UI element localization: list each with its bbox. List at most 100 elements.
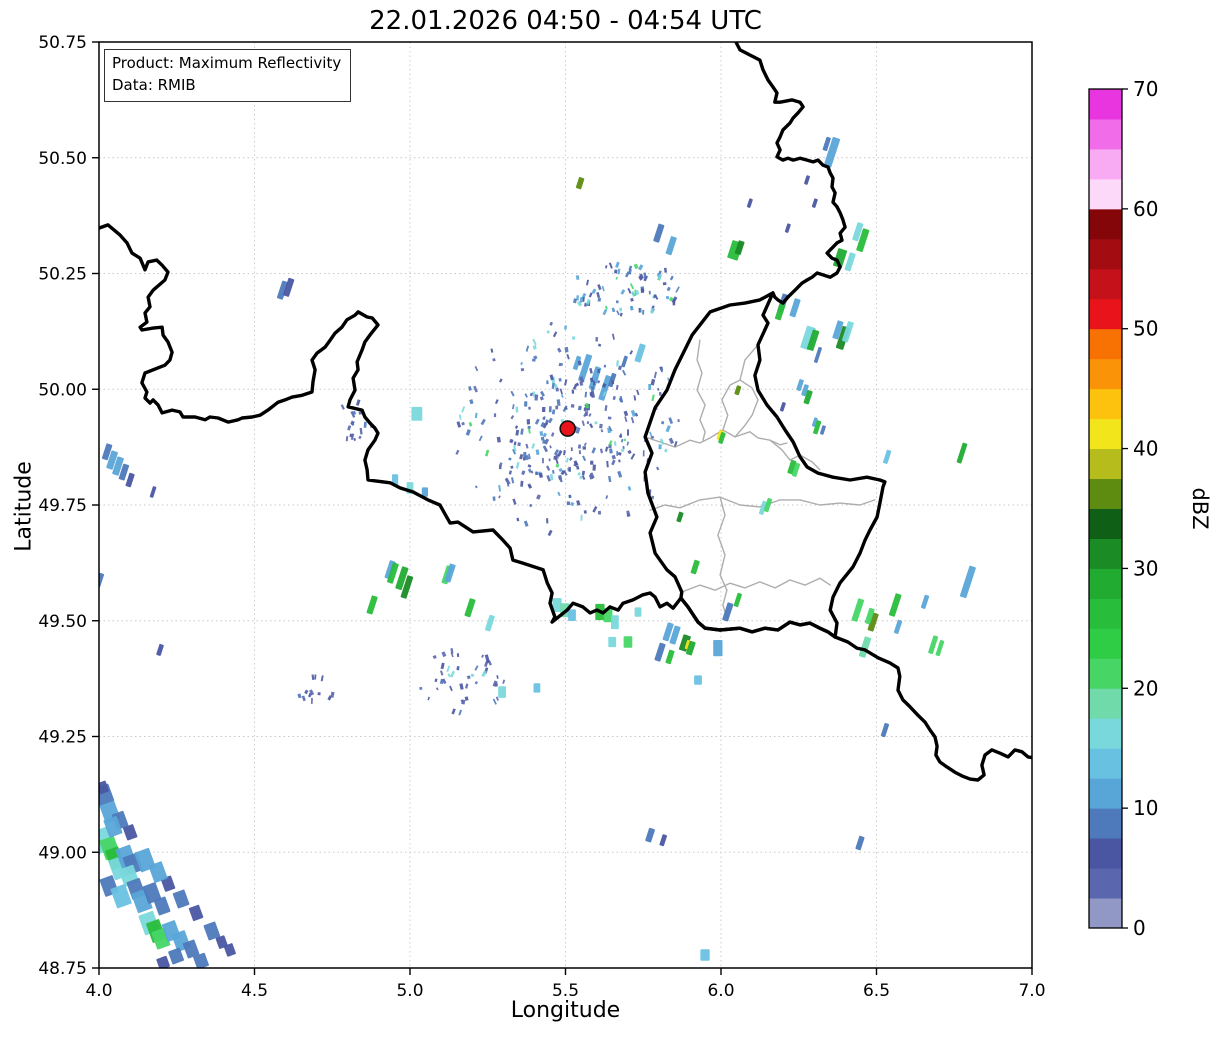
colorbar-segment xyxy=(1089,238,1122,270)
product-annotation-box: Product: Maximum Reflectivity Data: RMIB xyxy=(104,49,352,102)
clutter-speck xyxy=(658,444,662,450)
clutter-speck xyxy=(630,453,636,460)
clutter-speck xyxy=(555,464,560,468)
clutter-speck xyxy=(530,470,534,474)
border-luxembourg xyxy=(643,291,887,639)
clutter-speck xyxy=(563,449,566,456)
clutter-speck xyxy=(474,665,479,671)
echo-cell xyxy=(498,686,506,698)
clutter-speck xyxy=(589,367,593,374)
echo-cell xyxy=(99,572,105,588)
colorbar-segment xyxy=(1089,628,1122,659)
echo-cell xyxy=(568,609,576,621)
echo-cell xyxy=(746,198,753,208)
clutter-speck xyxy=(615,261,620,268)
clutter-speck xyxy=(466,675,471,680)
clutter-speck xyxy=(566,501,571,506)
echo-cell xyxy=(634,607,642,617)
echo-cell xyxy=(665,649,675,665)
colorbar-segment xyxy=(1089,778,1122,809)
clutter-speck xyxy=(528,428,531,434)
echo-cell xyxy=(464,598,476,618)
clutter-speck xyxy=(653,371,657,379)
clutter-speck xyxy=(629,283,635,290)
clutter-speck xyxy=(651,394,655,402)
echo-cell xyxy=(690,559,700,575)
clutter-speck xyxy=(496,675,499,679)
echo-cell xyxy=(880,722,890,738)
clutter-speck xyxy=(608,440,613,446)
clutter-speck xyxy=(512,498,517,505)
clutter-speck xyxy=(623,410,629,417)
clutter-speck xyxy=(615,276,618,280)
clutter-speck xyxy=(531,443,536,449)
clutter-speck xyxy=(577,444,582,449)
clutter-speck xyxy=(583,510,587,514)
clutter-speck xyxy=(474,412,478,419)
clutter-speck xyxy=(520,368,525,372)
echo-cell xyxy=(598,375,612,401)
colorbar-segment xyxy=(1089,748,1122,779)
clutter-speck xyxy=(458,414,462,420)
clutter-speck xyxy=(604,405,608,412)
clutter-speck xyxy=(596,291,601,299)
clutter-speck xyxy=(534,394,539,401)
echo-cell xyxy=(694,675,702,685)
clutter-speck xyxy=(597,510,602,515)
clutter-speck xyxy=(461,406,466,413)
clutter-speck xyxy=(602,308,608,316)
clutter-speck xyxy=(549,445,552,449)
echo-cell xyxy=(653,223,665,243)
clutter-speck xyxy=(494,399,499,405)
y-tick-label: 50.75 xyxy=(38,33,87,53)
clutter-speck xyxy=(578,450,582,455)
clutter-speck xyxy=(340,404,345,410)
clutter-speck xyxy=(648,383,652,391)
echo-cell xyxy=(820,425,826,435)
clutter-speck xyxy=(666,286,671,292)
axis-ticks xyxy=(92,41,1033,975)
echo-cell xyxy=(700,949,710,961)
clutter-speck xyxy=(521,470,526,476)
clutter-speck xyxy=(520,480,524,487)
clutter-speck xyxy=(611,307,615,313)
clutter-speck xyxy=(539,431,544,437)
colorbar: 0 10 20 30 40 50 60 70 dBZ xyxy=(1088,77,1212,940)
echo-cell xyxy=(722,602,734,622)
clutter-speck xyxy=(542,416,546,420)
clutter-speck xyxy=(566,353,570,360)
clutter-speck xyxy=(528,406,531,410)
clutter-speck xyxy=(560,394,564,398)
clutter-speck xyxy=(597,297,602,302)
colorbar-segment xyxy=(1089,808,1122,839)
clutter-speck xyxy=(440,670,444,676)
colorbar-tick-label: 20 xyxy=(1133,676,1158,700)
colorbar-segment xyxy=(1089,118,1122,150)
clutter-speck xyxy=(584,411,589,417)
clutter-speck xyxy=(603,364,607,368)
clutter-speck xyxy=(510,465,514,469)
clutter-speck xyxy=(616,360,619,367)
clutter-speck xyxy=(440,662,445,670)
y-tick-label: 48.75 xyxy=(38,959,87,979)
clutter-speck xyxy=(669,275,674,281)
clutter-speck xyxy=(615,384,619,390)
clutter-speck xyxy=(597,343,602,347)
clutter-speck xyxy=(546,518,549,524)
clutter-speck xyxy=(617,451,622,456)
clutter-speck xyxy=(629,305,634,311)
y-tick-label: 49.50 xyxy=(38,612,87,632)
echo-cell xyxy=(366,595,378,615)
radar-reflectivity-figure: 22.01.2026 04:50 - 04:54 UTC Product: Ma… xyxy=(0,0,1219,1040)
clutter-speck xyxy=(496,436,501,443)
border-belgium-germany xyxy=(734,42,847,305)
reflectivity-echoes xyxy=(99,136,976,968)
clutter-speck xyxy=(534,418,540,425)
clutter-speck xyxy=(590,386,595,392)
clutter-speck xyxy=(549,321,553,326)
colorbar-tick-label: 10 xyxy=(1133,796,1158,820)
clutter-speck xyxy=(461,421,465,426)
colorbar-segment xyxy=(1089,508,1122,539)
clutter-speck xyxy=(629,350,634,355)
clutter-speck xyxy=(465,683,469,689)
